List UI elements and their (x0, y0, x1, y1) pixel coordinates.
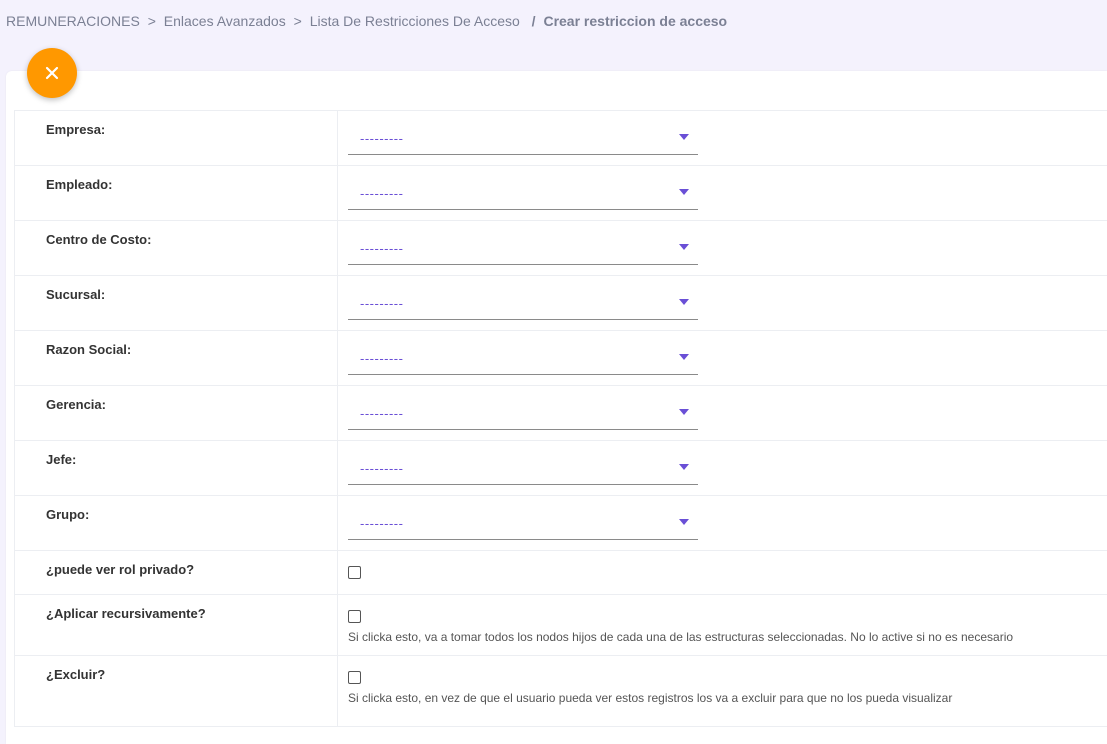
excluir-checkbox[interactable] (348, 671, 361, 684)
form-row-centro-de-costo: Centro de Costo: --------- (14, 220, 1107, 276)
jefe-select[interactable]: --------- (348, 451, 698, 485)
field-label: Empleado: (14, 165, 338, 221)
breadcrumb-current: Crear restriccion de acceso (543, 13, 728, 29)
form-row-gerencia: Gerencia: --------- (14, 385, 1107, 441)
field-label: Razon Social: (14, 330, 338, 386)
form-row-jefe: Jefe: --------- (14, 440, 1107, 496)
sucursal-select[interactable]: --------- (348, 286, 698, 320)
breadcrumb-separator: > (293, 13, 302, 29)
gerencia-select[interactable]: --------- (348, 396, 698, 430)
close-icon (45, 66, 59, 80)
close-button[interactable] (27, 48, 77, 98)
select-value: --------- (360, 461, 404, 476)
form-row-razon-social: Razon Social: --------- (14, 330, 1107, 386)
help-text: Si clicka esto, en vez de que el usuario… (348, 691, 953, 705)
empleado-select[interactable]: --------- (348, 176, 698, 210)
form-row-empresa: Empresa: --------- (14, 110, 1107, 166)
breadcrumb-item-remuneraciones[interactable]: REMUNERACIONES (6, 13, 140, 29)
form-row-rol-privado: ¿puede ver rol privado? (14, 550, 1107, 595)
field-label: Grupo: (14, 495, 338, 551)
caret-down-icon (679, 189, 689, 195)
select-value: --------- (360, 131, 404, 146)
form-row-recursivamente: ¿Aplicar recursivamente? Si clicka esto,… (14, 594, 1107, 656)
select-value: --------- (360, 186, 404, 201)
select-value: --------- (360, 241, 404, 256)
field-label: Jefe: (14, 440, 338, 496)
caret-down-icon (679, 134, 689, 140)
recursivamente-checkbox[interactable] (348, 610, 361, 623)
form-row-sucursal: Sucursal: --------- (14, 275, 1107, 331)
field-label: Gerencia: (14, 385, 338, 441)
select-value: --------- (360, 296, 404, 311)
breadcrumb-current-separator: / (531, 13, 536, 29)
breadcrumb: REMUNERACIONES > Enlaces Avanzados > Lis… (6, 13, 727, 29)
field-label: ¿Excluir? (14, 655, 338, 727)
field-label: ¿Aplicar recursivamente? (14, 594, 338, 656)
form-row-empleado: Empleado: --------- (14, 165, 1107, 221)
razon-social-select[interactable]: --------- (348, 341, 698, 375)
centro-de-costo-select[interactable]: --------- (348, 231, 698, 265)
caret-down-icon (679, 299, 689, 305)
field-label: Empresa: (14, 110, 338, 166)
select-value: --------- (360, 351, 404, 366)
field-label: Sucursal: (14, 275, 338, 331)
field-label: ¿puede ver rol privado? (14, 550, 338, 595)
caret-down-icon (679, 409, 689, 415)
form-row-grupo: Grupo: --------- (14, 495, 1107, 551)
rol-privado-checkbox[interactable] (348, 566, 361, 579)
breadcrumb-separator: > (147, 13, 156, 29)
empresa-select[interactable]: --------- (348, 121, 698, 155)
caret-down-icon (679, 464, 689, 470)
breadcrumb-item-enlaces-avanzados[interactable]: Enlaces Avanzados (164, 13, 286, 29)
help-text: Si clicka esto, va a tomar todos los nod… (348, 630, 1014, 644)
grupo-select[interactable]: --------- (348, 506, 698, 540)
breadcrumb-item-lista-restricciones[interactable]: Lista De Restricciones De Acceso (310, 13, 520, 29)
caret-down-icon (679, 519, 689, 525)
form-row-excluir: ¿Excluir? Si clicka esto, en vez de que … (14, 655, 1107, 727)
restriction-form: Empresa: --------- Empleado: --------- C… (14, 110, 1107, 727)
caret-down-icon (679, 354, 689, 360)
caret-down-icon (679, 244, 689, 250)
select-value: --------- (360, 516, 404, 531)
field-label: Centro de Costo: (14, 220, 338, 276)
select-value: --------- (360, 406, 404, 421)
